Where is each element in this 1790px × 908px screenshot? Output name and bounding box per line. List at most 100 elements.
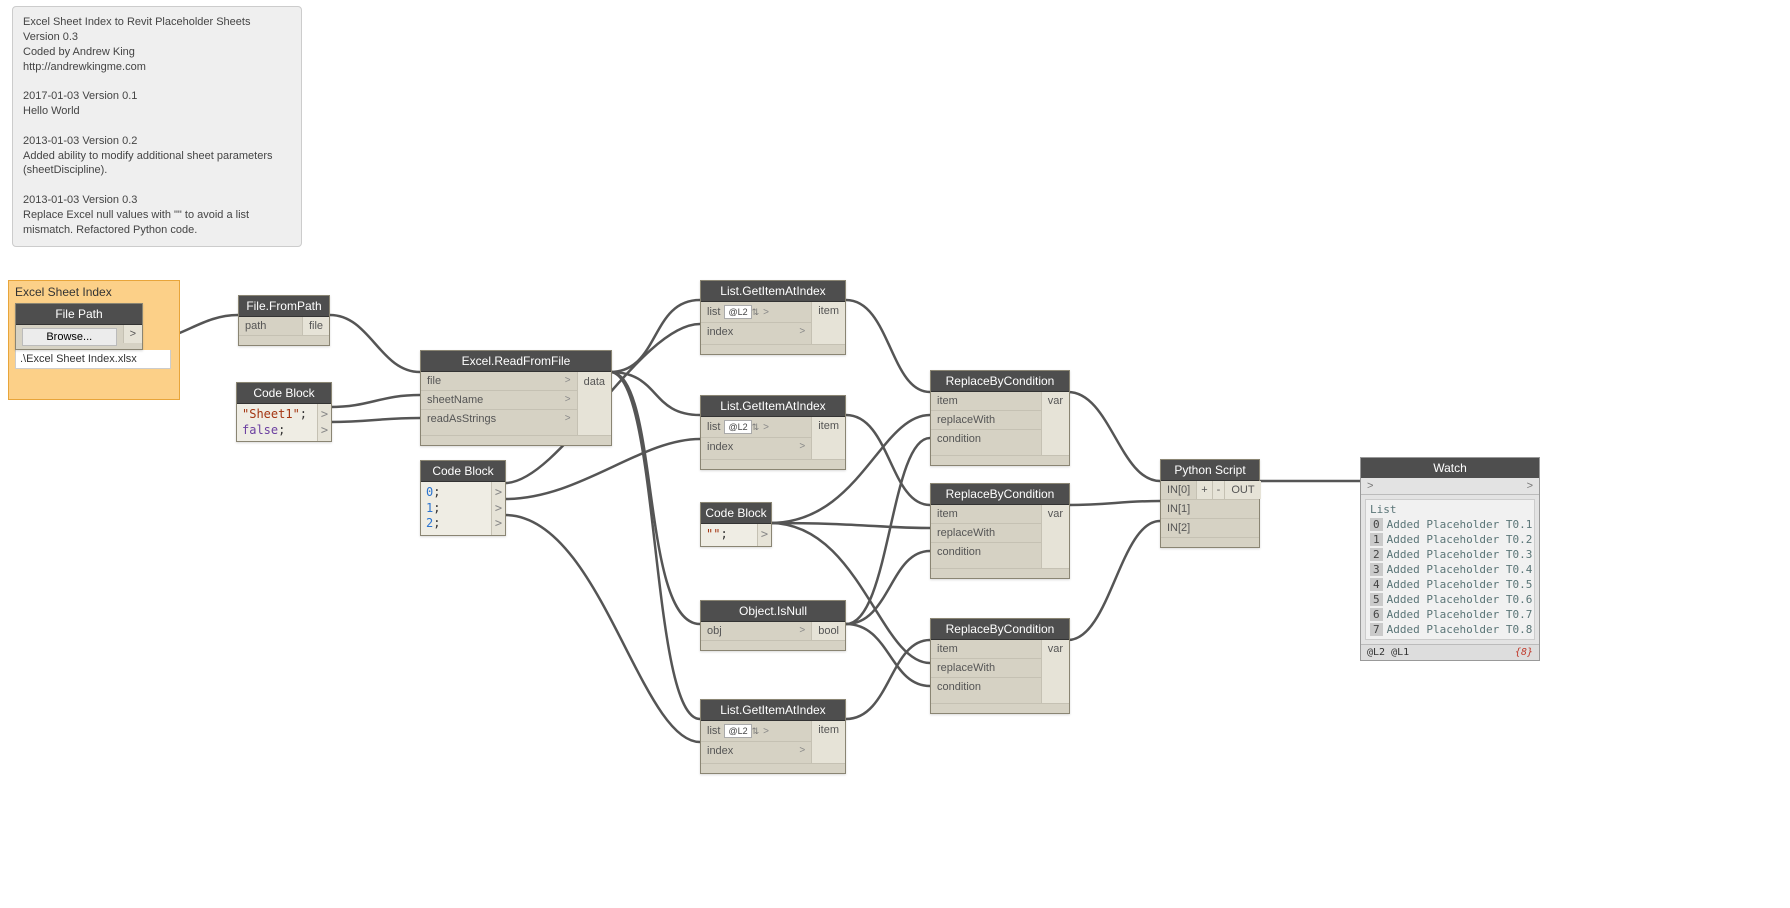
remove-input-button[interactable]: - (1212, 481, 1225, 499)
browse-button-label[interactable]: Browse... (22, 328, 117, 346)
browse-button[interactable]: Browse... (16, 325, 123, 349)
node-title: ReplaceByCondition (931, 484, 1069, 505)
port-item[interactable]: item (811, 417, 845, 459)
add-input-button[interactable]: + (1196, 481, 1211, 499)
port-obj[interactable]: obj> (701, 622, 811, 640)
node-replace-3[interactable]: ReplaceByCondition item replaceWith cond… (930, 618, 1070, 714)
port-var[interactable]: var (1041, 640, 1069, 703)
port-in1[interactable]: IN[1] (1161, 500, 1196, 518)
watch-item: 1Added Placeholder T0.2 (1368, 532, 1532, 547)
node-file-from-path[interactable]: File.FromPath path file (238, 295, 330, 346)
group-excel-sheet-index[interactable]: Excel Sheet Index File Path Browse... > … (8, 280, 180, 400)
port-out[interactable]: OUT (1224, 481, 1260, 499)
node-excel-read[interactable]: Excel.ReadFromFile file> sheetName> read… (420, 350, 612, 446)
watch-item: 3Added Placeholder T0.4 (1368, 562, 1532, 577)
port-var[interactable]: var (1041, 392, 1069, 455)
chevron-right-icon[interactable]: > (1521, 478, 1539, 494)
group-title: Excel Sheet Index (15, 285, 173, 299)
port-item[interactable]: item (811, 302, 845, 344)
port-bool[interactable]: bool (811, 622, 845, 640)
note-line: Hello World (23, 104, 291, 119)
port-index[interactable]: index> (701, 742, 811, 760)
code-body[interactable]: "";> (701, 524, 771, 546)
watch-item: 6Added Placeholder T0.7 (1368, 607, 1532, 622)
chevron-right-icon: > (763, 422, 769, 433)
port-list[interactable]: list@L2⇅> (701, 721, 811, 742)
port-index[interactable]: index> (701, 438, 811, 456)
port-list[interactable]: list@L2⇅> (701, 302, 811, 323)
watch-item: 4Added Placeholder T0.5 (1368, 577, 1532, 592)
port-item[interactable]: item (811, 721, 845, 763)
node-getitem-1[interactable]: List.GetItemAtIndex list@L2⇅> index> ite… (700, 280, 846, 355)
node-title: File Path (16, 304, 142, 325)
note-line: http://andrewkingme.com (23, 60, 291, 75)
note-line: Coded by Andrew King (23, 45, 291, 60)
note-line: Added ability to modify additional sheet… (23, 149, 291, 179)
port-readasstrings[interactable]: readAsStrings> (421, 410, 577, 428)
stepper-icon[interactable]: ⇅ (752, 422, 760, 432)
chevron-right-icon[interactable]: > (1361, 478, 1379, 494)
node-title: List.GetItemAtIndex (701, 281, 845, 302)
node-getitem-3[interactable]: List.GetItemAtIndex list@L2⇅> index> ite… (700, 699, 846, 774)
port-replacewith[interactable]: replaceWith (931, 524, 1041, 543)
port-condition[interactable]: condition (931, 543, 1041, 561)
watch-item: 2Added Placeholder T0.3 (1368, 547, 1532, 562)
lacing-badge[interactable]: @L2 (724, 724, 751, 738)
port-item[interactable]: item (931, 392, 1041, 411)
watch-item: 0Added Placeholder T0.1 (1368, 517, 1532, 532)
node-title: Python Script (1161, 460, 1259, 481)
file-path-value: .\Excel Sheet Index.xlsx (15, 350, 171, 369)
port-var[interactable]: var (1041, 505, 1069, 568)
chevron-right-icon: > (565, 413, 571, 424)
node-python-script[interactable]: Python Script IN[0] + - OUT IN[1] IN[2] (1160, 459, 1260, 548)
port-replacewith[interactable]: replaceWith (931, 411, 1041, 430)
chevron-right-icon[interactable]: > (491, 513, 505, 535)
node-replace-2[interactable]: ReplaceByCondition item replaceWith cond… (930, 483, 1070, 579)
chevron-right-icon[interactable]: > (757, 524, 771, 546)
code-keyword: false (242, 423, 278, 437)
node-title: File.FromPath (239, 296, 329, 317)
node-file-path[interactable]: File Path Browse... > (15, 303, 143, 350)
port-list[interactable]: list@L2⇅> (701, 417, 811, 438)
port-item[interactable]: item (931, 505, 1041, 524)
note-line: Excel Sheet Index to Revit Placeholder S… (23, 15, 291, 30)
port-replacewith[interactable]: replaceWith (931, 659, 1041, 678)
node-title: Object.IsNull (701, 601, 845, 622)
node-code-block-indices[interactable]: Code Block 0;> 1;> 2;> (420, 460, 506, 536)
port-item[interactable]: item (931, 640, 1041, 659)
port-in2[interactable]: IN[2] (1161, 519, 1196, 537)
port-condition[interactable]: condition (931, 430, 1041, 448)
code-body[interactable]: 0;> 1;> 2;> (421, 482, 505, 535)
node-title: ReplaceByCondition (931, 371, 1069, 392)
chevron-right-icon: > (799, 441, 805, 452)
port-data[interactable]: data (577, 372, 611, 435)
node-code-block-sheet[interactable]: Code Block "Sheet1";> false;> (236, 382, 332, 442)
node-replace-1[interactable]: ReplaceByCondition item replaceWith cond… (930, 370, 1070, 466)
note-line: Replace Excel null values with "" to avo… (23, 208, 291, 238)
code-body[interactable]: "Sheet1";> false;> (237, 404, 331, 441)
port-file[interactable]: file> (421, 372, 577, 391)
port-index[interactable]: index> (701, 323, 811, 341)
stepper-icon[interactable]: ⇅ (752, 726, 760, 736)
watch-body: List 0Added Placeholder T0.11Added Place… (1365, 499, 1535, 640)
chevron-right-icon[interactable]: > (317, 420, 331, 442)
lacing-badge[interactable]: @L2 (724, 420, 751, 434)
port-sheetname[interactable]: sheetName> (421, 391, 577, 410)
chevron-right-icon: > (763, 307, 769, 318)
port-out[interactable]: > (123, 325, 142, 343)
node-watch[interactable]: Watch > > List 0Added Placeholder T0.11A… (1360, 457, 1540, 661)
watch-header: List (1368, 502, 1532, 517)
stepper-icon[interactable]: ⇅ (752, 307, 760, 317)
port-file[interactable]: file (302, 317, 329, 335)
port-condition[interactable]: condition (931, 678, 1041, 696)
node-getitem-2[interactable]: List.GetItemAtIndex list@L2⇅> index> ite… (700, 395, 846, 470)
lacing-badge[interactable]: @L2 (724, 305, 751, 319)
chevron-right-icon: > (799, 326, 805, 337)
port-path[interactable]: path (239, 317, 302, 335)
node-code-block-empty[interactable]: Code Block "";> (700, 502, 772, 547)
node-title: List.GetItemAtIndex (701, 700, 845, 721)
node-title: Watch (1361, 458, 1539, 478)
node-title: Code Block (421, 461, 505, 482)
node-isnull[interactable]: Object.IsNull obj> bool (700, 600, 846, 651)
port-in0[interactable]: IN[0] (1161, 481, 1196, 499)
